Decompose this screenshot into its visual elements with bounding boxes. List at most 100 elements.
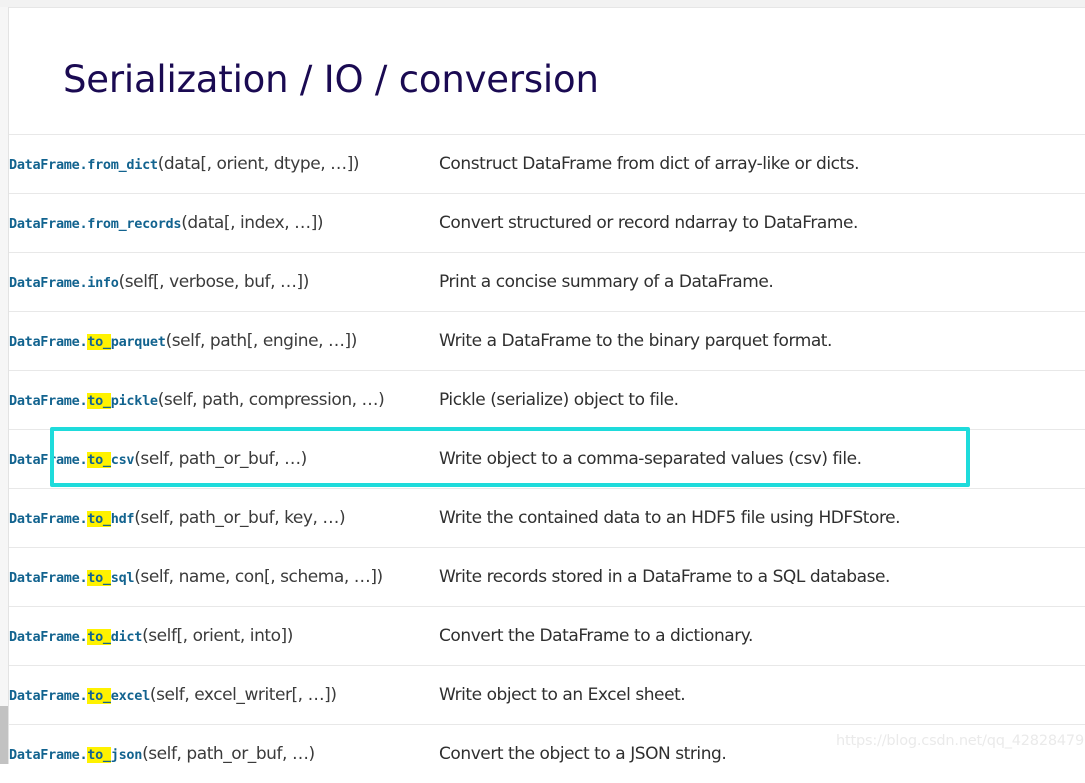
method-signature-cell: DataFrame.to_parquet(self, path[, engine… — [9, 310, 439, 371]
method-description-cell: Print a concise summary of a DataFrame. — [439, 251, 1085, 312]
method-signature-cell: DataFrame.to_pickle(self, path, compress… — [9, 369, 439, 430]
method-prefix: DataFrame. — [9, 628, 88, 645]
method-link[interactable]: DataFrame.to_sql — [9, 569, 135, 586]
method-prefix: DataFrame. — [9, 156, 88, 173]
method-link[interactable]: DataFrame.info — [9, 275, 119, 291]
page-title: Serialization / IO / conversion — [63, 58, 599, 101]
method-prefix: DataFrame. — [9, 274, 88, 291]
table-row[interactable]: DataFrame.to_dict(self[, orient, into]) C… — [9, 605, 1085, 666]
method-description: Pickle (serialize) object to file. — [439, 389, 679, 410]
highlighted-prefix: to_ — [87, 510, 111, 527]
method-description-cell: Write a DataFrame to the binary parquet … — [439, 310, 1085, 371]
highlighted-prefix: to_ — [87, 687, 111, 704]
method-description: Write the contained data to an HDF5 file… — [439, 507, 901, 528]
watermark-text: https://blog.csdn.net/qq_42828479 — [836, 733, 1084, 749]
highlighted-prefix: to_ — [87, 333, 111, 350]
table-row[interactable]: DataFrame.to_sql(self, name, con[, schem… — [9, 546, 1085, 607]
method-signature-cell: DataFrame.from_records(data[, index, …]) — [9, 192, 439, 253]
method-link[interactable]: DataFrame.to_json — [9, 746, 143, 763]
method-arguments: (data[, index, …]) — [181, 212, 324, 233]
method-arguments: (self, path_or_buf, …) — [142, 743, 315, 764]
method-link[interactable]: DataFrame.to_parquet — [9, 333, 166, 350]
method-description-cell: Write object to a comma-separated values… — [439, 428, 1085, 489]
method-name: csv — [110, 451, 135, 468]
method-prefix: DataFrame. — [9, 392, 88, 409]
method-description-cell: Write records stored in a DataFrame to a… — [439, 546, 1085, 607]
left-scrollbar-track[interactable] — [0, 7, 8, 764]
method-description: Print a concise summary of a DataFrame. — [439, 271, 774, 292]
table-row[interactable]: DataFrame.to_hdf(self, path_or_buf, key,… — [9, 487, 1085, 548]
method-signature-cell: DataFrame.to_sql(self, name, con[, schem… — [9, 546, 439, 607]
method-prefix: DataFrame. — [9, 215, 88, 232]
highlighted-prefix: to_ — [87, 569, 111, 586]
method-name: sql — [110, 569, 135, 586]
method-description: Convert structured or record ndarray to … — [439, 212, 858, 233]
table-row[interactable]: DataFrame.from_dict(data[, orient, dtype… — [9, 133, 1085, 194]
method-description: Convert the object to a JSON string. — [439, 743, 727, 764]
method-link[interactable]: DataFrame.from_records — [9, 215, 182, 232]
method-signature-cell: DataFrame.to_csv(self, path_or_buf, …) — [9, 428, 439, 489]
method-signature-cell: DataFrame.to_dict(self[, orient, into]) — [9, 605, 439, 666]
highlighted-prefix: to_ — [87, 451, 111, 468]
table-row[interactable]: DataFrame.to_pickle(self, path, compress… — [9, 369, 1085, 430]
table-row[interactable]: DataFrame.info(self[, verbose, buf, …]) P… — [9, 251, 1085, 312]
method-signature-cell: DataFrame.to_json(self, path_or_buf, …) — [9, 723, 439, 783]
api-method-table: DataFrame.from_dict(data[, orient, dtype… — [9, 133, 1085, 783]
method-description-cell: Convert the DataFrame to a dictionary. — [439, 605, 1085, 666]
method-link[interactable]: DataFrame.to_dict — [9, 628, 143, 645]
highlighted-prefix: to_ — [87, 628, 111, 645]
method-signature-cell: DataFrame.from_dict(data[, orient, dtype… — [9, 133, 439, 194]
method-prefix: DataFrame. — [9, 451, 88, 468]
method-name: pickle — [110, 392, 158, 409]
method-arguments: (data[, orient, dtype, …]) — [157, 153, 360, 174]
method-prefix: DataFrame. — [9, 746, 88, 763]
table-row[interactable]: DataFrame.to_excel(self, excel_writer[, … — [9, 664, 1085, 725]
highlighted-prefix: to_ — [87, 392, 111, 409]
scrollbar-thumb[interactable] — [0, 706, 8, 764]
api-method-table-body: DataFrame.from_dict(data[, orient, dtype… — [9, 133, 1085, 783]
method-arguments: (self, path_or_buf, …) — [134, 448, 307, 469]
documentation-content: Serialization / IO / conversion DataFram… — [9, 8, 1085, 783]
method-signature-cell: DataFrame.to_excel(self, excel_writer[, … — [9, 664, 439, 725]
method-name: from_dict — [87, 156, 158, 173]
method-link[interactable]: DataFrame.to_excel — [9, 687, 150, 704]
method-description-cell: Pickle (serialize) object to file. — [439, 369, 1085, 430]
method-prefix: DataFrame. — [9, 687, 88, 704]
method-arguments: (self, path_or_buf, key, …) — [134, 507, 346, 528]
table-row[interactable]: DataFrame.to_csv(self, path_or_buf, …) Wr… — [9, 428, 1085, 489]
method-description: Write object to an Excel sheet. — [439, 684, 686, 705]
method-arguments: (self, excel_writer[, …]) — [149, 684, 337, 705]
method-description-cell: Write the contained data to an HDF5 file… — [439, 487, 1085, 548]
method-link[interactable]: DataFrame.from_dict — [9, 157, 158, 173]
method-name: hdf — [110, 510, 135, 527]
table-row[interactable]: DataFrame.to_parquet(self, path[, engine… — [9, 310, 1085, 371]
method-description-cell: Write object to an Excel sheet. — [439, 664, 1085, 725]
method-description: Write records stored in a DataFrame to a… — [439, 566, 890, 587]
highlighted-prefix: to_ — [87, 746, 111, 763]
method-description-cell: Construct DataFrame from dict of array-l… — [439, 133, 1085, 194]
method-arguments: (self, path, compression, …) — [157, 389, 385, 410]
method-description: Convert the DataFrame to a dictionary. — [439, 625, 753, 646]
method-prefix: DataFrame. — [9, 569, 88, 586]
method-name: json — [110, 746, 143, 763]
method-prefix: DataFrame. — [9, 333, 88, 350]
method-arguments: (self, path[, engine, …]) — [165, 330, 358, 351]
method-arguments: (self, name, con[, schema, …]) — [134, 566, 383, 587]
method-signature-cell: DataFrame.info(self[, verbose, buf, …]) — [9, 251, 439, 312]
method-arguments: (self[, orient, into]) — [142, 625, 293, 646]
method-description: Write a DataFrame to the binary parquet … — [439, 330, 832, 351]
table-row[interactable]: DataFrame.from_records(data[, index, …])… — [9, 192, 1085, 253]
method-description: Write object to a comma-separated values… — [439, 448, 862, 469]
method-name: dict — [110, 628, 143, 645]
method-arguments: (self[, verbose, buf, …]) — [118, 271, 310, 292]
method-name: excel — [110, 687, 150, 704]
method-description: Construct DataFrame from dict of array-l… — [439, 153, 860, 174]
method-prefix: DataFrame. — [9, 510, 88, 527]
method-name: info — [87, 274, 119, 291]
method-link[interactable]: DataFrame.to_hdf — [9, 510, 135, 527]
browser-top-edge — [0, 0, 1085, 8]
method-link[interactable]: DataFrame.to_csv — [9, 451, 135, 468]
method-link[interactable]: DataFrame.to_pickle — [9, 392, 158, 409]
method-name: from_records — [87, 215, 182, 232]
method-name: parquet — [110, 333, 166, 350]
